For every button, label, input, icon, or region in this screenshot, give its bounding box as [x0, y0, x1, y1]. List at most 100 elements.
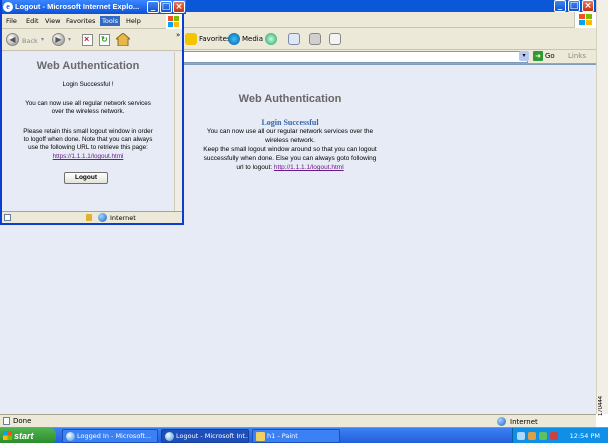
- windows-flag-icon: [3, 431, 12, 440]
- info-line: You can now use all our regular network …: [206, 128, 374, 135]
- lock-icon: [86, 214, 92, 221]
- ie-icon: [165, 432, 174, 441]
- close-icon[interactable]: ×: [173, 1, 185, 13]
- logout-url-line: url to logout: http://1.1.1.1/logout.htm…: [190, 164, 390, 173]
- maximize-icon[interactable]: □: [160, 1, 172, 13]
- popup-info-line: over the wireless network.: [51, 108, 125, 115]
- tray-icon[interactable]: [539, 432, 547, 440]
- clock[interactable]: 12:54 PM: [570, 432, 600, 440]
- favorites-button[interactable]: Favorites: [185, 33, 231, 45]
- system-tray: 12:54 PM: [512, 428, 608, 443]
- back-dropdown-icon[interactable]: ▾: [41, 36, 44, 43]
- taskbar-item-logged-in[interactable]: Logged In - Microsoft...: [62, 429, 158, 443]
- start-label: start: [14, 431, 34, 441]
- logout-button[interactable]: Logout: [64, 172, 108, 184]
- main-statusbar: Done Internet: [0, 414, 596, 427]
- menu-view[interactable]: View: [45, 17, 60, 25]
- info-line: successfully when done. Else you can alw…: [203, 155, 377, 162]
- status-done: Done: [3, 417, 31, 425]
- popup-statusbar: Internet: [2, 211, 182, 223]
- popup-status-zone: Internet: [110, 214, 136, 222]
- tray-icon[interactable]: [528, 432, 536, 440]
- home-icon: [114, 32, 132, 47]
- popup-title: Logout - Microsoft Internet Explo...: [15, 2, 140, 11]
- back-button[interactable]: ◀: [6, 33, 19, 46]
- popup-scrollbar[interactable]: [174, 52, 182, 211]
- favorites-label: Favorites: [199, 35, 231, 43]
- windows-logo-icon: [574, 12, 596, 28]
- tray-icon[interactable]: [550, 432, 558, 440]
- close-icon[interactable]: ×: [582, 0, 594, 12]
- address-dropdown-icon[interactable]: ▾: [519, 51, 529, 61]
- media-button[interactable]: Media: [228, 33, 263, 45]
- refresh-button[interactable]: ↻: [99, 34, 110, 46]
- mail-icon: [288, 33, 300, 45]
- go-label: Go: [545, 52, 555, 60]
- minimize-icon[interactable]: _: [147, 1, 159, 13]
- paint-icon: [256, 432, 265, 441]
- menu-edit[interactable]: Edit: [26, 17, 39, 25]
- start-button[interactable]: start: [0, 428, 56, 443]
- back-label: Back: [22, 37, 38, 45]
- taskbar-item-logout[interactable]: Logout - Microsoft Int...: [161, 429, 249, 443]
- status-done-label: Done: [13, 417, 32, 425]
- task-label: h1 - Paint: [267, 432, 298, 440]
- page-icon: [3, 417, 10, 425]
- internet-zone-icon: [497, 417, 506, 426]
- taskbar: start Logged In - Microsoft... Logout - …: [0, 427, 608, 443]
- taskbar-item-paint[interactable]: h1 - Paint: [252, 429, 340, 443]
- ie-icon: e: [3, 2, 13, 12]
- links-button[interactable]: Links: [568, 52, 586, 60]
- status-zone: Internet: [497, 417, 538, 426]
- logout-link[interactable]: http://1.1.1.1/logout.html: [274, 164, 344, 171]
- menu-file[interactable]: File: [6, 17, 17, 25]
- logout-url-prefix: url to logout:: [236, 164, 273, 171]
- popup-window-controls: _ □ ×: [147, 1, 185, 13]
- media-label: Media: [242, 35, 264, 43]
- task-label: Logout - Microsoft Int...: [176, 432, 249, 440]
- popup-login-status: Login Successful !: [62, 81, 114, 88]
- popup-logout-link[interactable]: https://1.1.1.1/logout.html: [53, 153, 124, 160]
- toolbar-overflow-icon[interactable]: »: [176, 31, 180, 39]
- info-line: Keep the small logout window around so t…: [203, 146, 377, 153]
- windows-logo-icon: [166, 14, 182, 29]
- edit-button[interactable]: [329, 33, 341, 45]
- popup-info-line: to logoff when done. Note that you can a…: [23, 136, 153, 143]
- task-label: Logged In - Microsoft...: [77, 432, 152, 440]
- star-icon: [185, 33, 197, 45]
- edit-icon: [329, 33, 341, 45]
- go-arrow-icon: ➜: [533, 51, 543, 61]
- menu-tools[interactable]: Tools: [100, 16, 121, 26]
- screen: _ □ × Favorites Media ▾ ➜ Go Links Done …: [0, 0, 608, 443]
- stop-icon: ×: [84, 34, 90, 44]
- minimize-icon[interactable]: _: [554, 0, 566, 12]
- main-window-controls: _ □ ×: [554, 0, 594, 12]
- main-scrollbar[interactable]: [596, 0, 608, 414]
- menu-favorites[interactable]: Favorites: [66, 17, 95, 25]
- go-button[interactable]: ➜ Go: [533, 51, 555, 61]
- maximize-icon[interactable]: □: [568, 0, 580, 12]
- popup-titlebar[interactable]: e Logout - Microsoft Internet Explo... _…: [2, 0, 186, 14]
- tray-icon[interactable]: [517, 432, 525, 440]
- popup-info-line: You can now use all regular network serv…: [25, 100, 151, 107]
- home-button[interactable]: [114, 32, 132, 47]
- menu-help[interactable]: Help: [126, 17, 141, 25]
- forward-button[interactable]: ▶: [52, 33, 65, 46]
- stop-button[interactable]: ×: [82, 34, 93, 46]
- page-icon: [4, 214, 11, 221]
- history-button[interactable]: [265, 33, 277, 45]
- popup-logout-link-row: https://1.1.1.1/logout.html: [6, 153, 170, 161]
- internet-zone-icon: [98, 213, 107, 222]
- popup-heading: Web Authentication: [36, 60, 140, 72]
- info-line: wireless network.: [265, 137, 315, 144]
- popup-info-line: use the following URL to retrieve this p…: [28, 144, 148, 151]
- print-button[interactable]: [309, 33, 321, 45]
- address-input[interactable]: [183, 51, 528, 63]
- ie-icon: [66, 432, 75, 441]
- history-icon: [265, 33, 277, 45]
- refresh-icon: ↻: [101, 35, 108, 44]
- mail-button[interactable]: [288, 33, 300, 45]
- popup-menubar: File Edit View Favorites Tools Help: [2, 14, 182, 29]
- popup-page-content: Web Authentication Login Successful ! Yo…: [2, 52, 174, 211]
- forward-dropdown-icon[interactable]: ▾: [68, 36, 71, 43]
